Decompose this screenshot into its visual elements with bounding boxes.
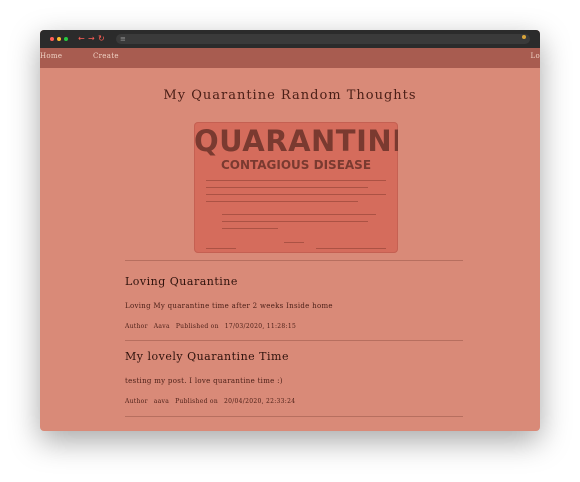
hero-fine-print-line [222,228,278,229]
forward-arrow-icon[interactable]: → [88,34,95,44]
post-divider [125,416,463,417]
author-name: Aava [153,323,170,330]
hero-heading: QUARANTINE [194,124,398,158]
hero-fine-print-line [206,187,368,188]
author-label: Author [125,398,148,405]
hero-fine-print-line [206,201,358,202]
post-divider [125,340,463,341]
browser-window: ← → ↻ ≡ Home Create Lo My Quarantine Ran… [40,30,540,431]
hero-footer-line [316,248,386,249]
post-title[interactable]: Loving Quarantine [125,275,238,288]
nav-create-link[interactable]: Create [93,52,119,60]
post-meta: Author aava Published on 20/04/2020, 22:33:… [125,398,301,405]
hero-fine-print-line [206,180,386,181]
maximize-window-button[interactable] [64,37,68,41]
browser-toolbar: ← → ↻ ≡ [40,30,540,48]
address-bar[interactable]: ≡ [116,34,530,44]
section-divider [125,260,463,261]
post-body: Loving My quarantine time after 2 weeks … [125,302,333,310]
published-label: Published on [175,398,218,405]
main-content: My Quarantine Random Thoughts QUARANTINE… [40,68,540,431]
site-navbar: Home Create Lo [40,48,540,68]
hero-fine-print-line [222,214,376,215]
close-window-button[interactable] [50,37,54,41]
hero-subheading: CONTAGIOUS DISEASE [220,158,372,172]
author-label: Author [125,323,148,330]
hero-fine-print-line [222,221,368,222]
post-body: testing my post. I love quarantine time … [125,377,283,385]
post-title[interactable]: My lovely Quarantine Time [125,350,289,363]
site-info-icon[interactable]: ≡ [120,34,126,44]
hero-image: QUARANTINE CONTAGIOUS DISEASE [194,122,398,253]
nav-home-link[interactable]: Home [40,52,62,60]
author-name: aava [153,398,170,405]
back-arrow-icon[interactable]: ← [78,34,85,44]
bookmark-star-icon[interactable] [522,35,526,39]
page-title: My Quarantine Random Thoughts [163,88,417,103]
hero-fine-print-line [206,194,386,195]
post-meta: Author Aava Published on 17/03/2020, 11:28:… [125,323,302,330]
published-date: 20/04/2020, 22:33:24 [224,398,296,405]
hero-footer-line [284,242,304,243]
published-date: 17/03/2020, 11:28:15 [224,323,297,330]
minimize-window-button[interactable] [57,37,61,41]
hero-footer-line [206,248,236,249]
published-label: Published on [175,323,219,330]
reload-icon[interactable]: ↻ [98,34,105,44]
nav-right-link[interactable]: Lo [531,52,540,60]
